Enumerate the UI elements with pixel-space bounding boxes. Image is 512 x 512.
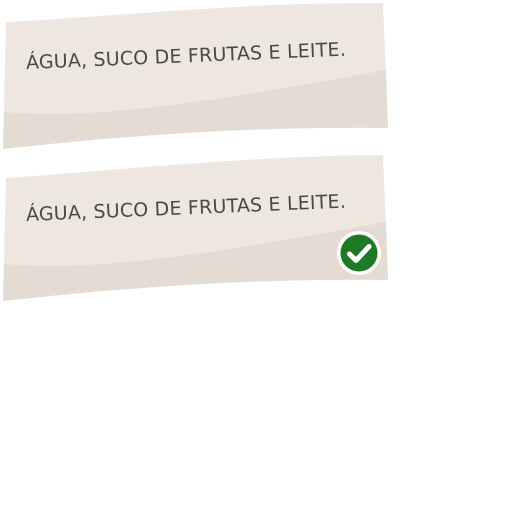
quiz-answer-options: ÁGUA, SUCO DE FRUTAS E LEITE. ÁGUA, SUCO… <box>0 0 512 512</box>
answer-option-2-correct[interactable]: ÁGUA, SUCO DE FRUTAS E LEITE. <box>0 152 392 304</box>
check-icon <box>337 231 381 275</box>
answer-option-background <box>3 2 388 150</box>
answer-option-1[interactable]: ÁGUA, SUCO DE FRUTAS E LEITE. <box>0 0 392 152</box>
answer-option-background <box>3 155 388 301</box>
